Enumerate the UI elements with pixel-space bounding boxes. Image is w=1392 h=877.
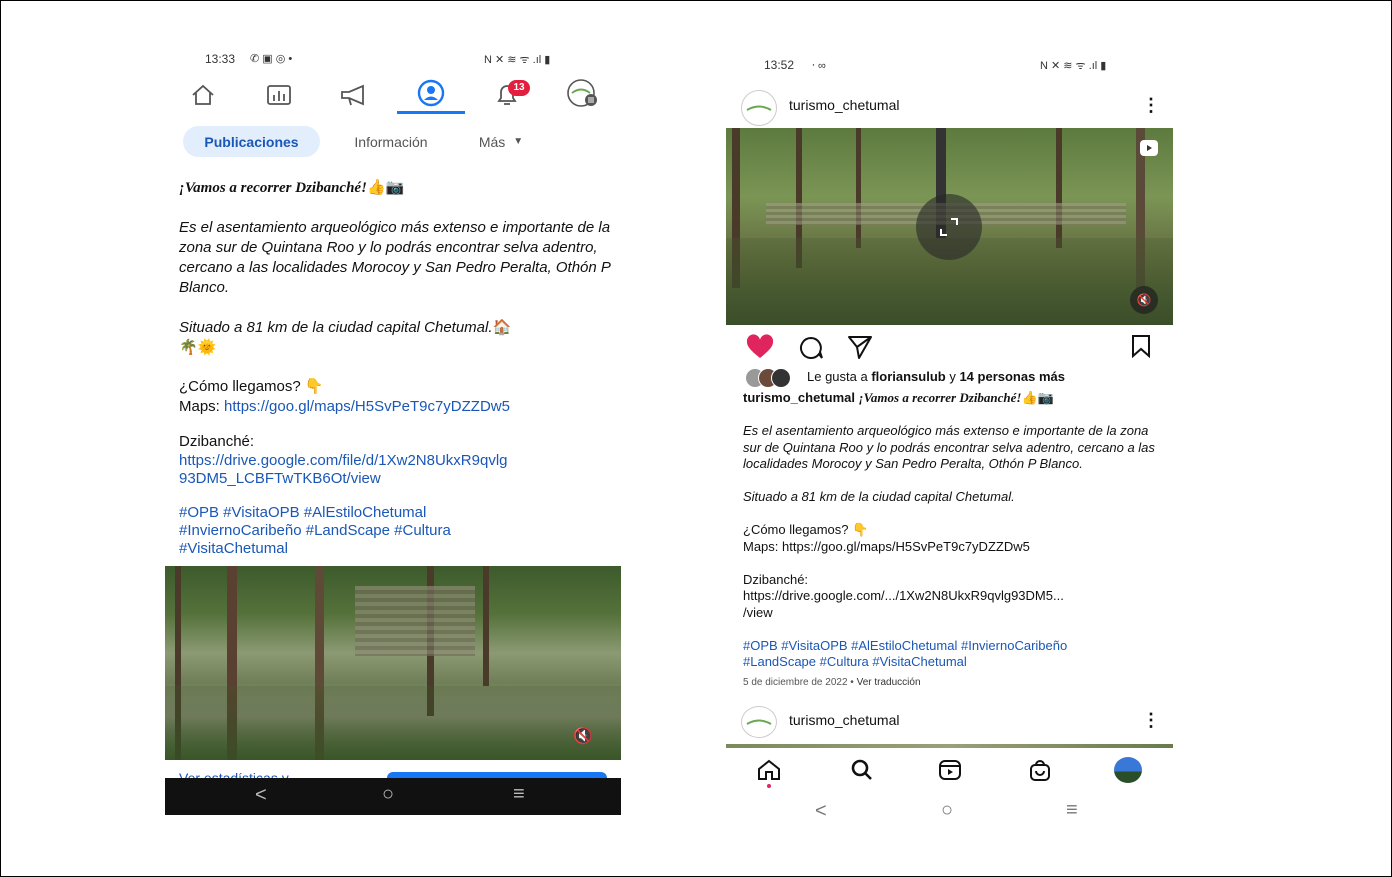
fullscreen-button[interactable]	[916, 194, 982, 260]
post-video[interactable]: 🔇	[726, 128, 1173, 325]
share-icon[interactable]	[846, 334, 874, 365]
account-name[interactable]: turismo_chetumal	[789, 97, 900, 113]
status-time: 13:52	[764, 58, 795, 72]
caption-hashtags-2[interactable]: #LandScape #Cultura #VisitaChetumal	[743, 654, 1163, 671]
account-avatar[interactable]	[741, 90, 777, 126]
post-headline-text: ¡Vamos a recorrer Dzibanché!	[179, 180, 367, 196]
tab-informacion[interactable]: Información	[336, 126, 446, 157]
profile-icon[interactable]	[414, 78, 448, 108]
stats-link[interactable]: Ver estadísticas y	[179, 770, 289, 778]
translate-link[interactable]: Ver traducción	[857, 677, 921, 688]
home-circle-icon[interactable]: ○	[382, 783, 394, 806]
post-maps: Maps: https://goo.gl/maps/H5SvPeT9c7yDZZ…	[179, 397, 619, 417]
caption-headline-text: ¡Vamos a recorrer Dzibanché!	[858, 390, 1022, 405]
system-nav-bar: < ○ ≡	[165, 778, 621, 815]
post-body: Es el asentamiento arqueológico más exte…	[179, 219, 611, 296]
like-heart-icon[interactable]	[745, 334, 775, 365]
caption-headline-emoji: 👍📷	[1021, 390, 1054, 405]
mute-icon[interactable]: 🔇	[1130, 286, 1158, 314]
home-active-dot	[767, 784, 771, 788]
likes-user[interactable]: floriansulub	[871, 369, 945, 384]
post-headline: ¡Vamos a recorrer Dzibanché!👍📷	[179, 178, 619, 198]
profile-avatar[interactable]	[1114, 757, 1142, 783]
expand-icon	[940, 218, 958, 236]
drive-link-line-2[interactable]: 93DM5_LCBFTwTKB6Ot/view	[179, 469, 619, 489]
reels-icon[interactable]	[937, 758, 963, 787]
page-avatar-icon[interactable]	[564, 78, 598, 108]
next-account-name[interactable]: turismo_chetumal	[789, 712, 900, 728]
caption-headline: turismo_chetumal ¡Vamos a recorrer Dziba…	[743, 390, 1163, 407]
status-left-icons: ⸱ ∞	[812, 60, 826, 72]
post-headline-emoji: 👍📷	[366, 180, 405, 196]
hashtags-line-2[interactable]: #InviernoCaribeño #LandScape #Cultura	[179, 522, 619, 540]
hashtags-line-1[interactable]: #OPB #VisitaOPB #AlEstiloChetumal	[179, 504, 619, 522]
house-emoji: 🏠	[492, 319, 512, 336]
likes-others[interactable]: 14 personas más	[959, 369, 1065, 384]
post-hashtags: #OPB #VisitaOPB #AlEstiloChetumal #Invie…	[179, 504, 619, 558]
likes-summary[interactable]: Le gusta a floriansulub y 14 personas má…	[807, 369, 1065, 384]
post-footer: Ver estadísticas y	[165, 760, 621, 778]
status-left-icons: ✆ ▣ ◎ •	[250, 53, 293, 65]
likes-middle: y	[945, 369, 960, 384]
drive-link[interactable]: https://drive.google.com/file/d/1Xw2N8Uk…	[179, 451, 619, 489]
tab-mas-label: Más	[478, 133, 506, 150]
liker-avatars	[745, 368, 797, 388]
comment-icon[interactable]	[797, 335, 825, 366]
caption-hashtags-1[interactable]: #OPB #VisitaOPB #AlEstiloChetumal #Invie…	[743, 638, 1163, 655]
more-options-icon[interactable]: ⋮	[1142, 95, 1160, 116]
post-location: Situado a 81 km de la ciudad capital Che…	[179, 318, 619, 338]
recents-icon[interactable]: ≡	[1066, 799, 1078, 822]
caption-dzibanche-label: Dzibanché:	[743, 572, 809, 587]
home-icon[interactable]	[756, 758, 782, 788]
caption-meta: 5 de diciembre de 2022 • Ver traducción	[743, 675, 1163, 692]
post-video[interactable]: 🔇	[165, 566, 621, 760]
tab-publicaciones[interactable]: Publicaciones	[183, 126, 320, 157]
post-date: 5 de diciembre de 2022	[743, 677, 848, 688]
active-tab-indicator	[397, 111, 465, 114]
likes-prefix: Le gusta a	[807, 369, 872, 384]
maps-link[interactable]: https://goo.gl/maps/H5SvPeT9c7yDZZDw5	[224, 398, 510, 415]
next-account-avatar[interactable]	[741, 706, 777, 738]
bookmark-icon[interactable]	[1130, 334, 1152, 363]
back-icon[interactable]: <	[255, 784, 267, 807]
mute-icon[interactable]: 🔇	[573, 726, 593, 746]
status-right-icons: N ✕ ≋ ᯤ .ıl ▮	[1040, 60, 1107, 72]
home-icon[interactable]	[186, 80, 220, 110]
caption-drive-link-2[interactable]: /view	[743, 605, 1163, 622]
dzibanche-label: Dzibanché:	[179, 433, 255, 450]
dashboard-icon[interactable]	[262, 80, 296, 110]
status-time: 13:33	[205, 52, 236, 66]
back-icon[interactable]: <	[815, 800, 827, 823]
status-right-icons: N ✕ ≋ ᯤ .ıl ▮	[484, 54, 551, 66]
next-more-options-icon[interactable]: ⋮	[1142, 710, 1160, 731]
post-location-text: Situado a 81 km de la ciudad capital Che…	[179, 319, 493, 336]
caption-question: ¿Cómo llegamos? 👇	[743, 522, 869, 537]
caption-body: Es el asentamiento arqueológico más exte…	[743, 423, 1155, 471]
search-icon[interactable]	[849, 758, 875, 787]
next-post-image[interactable]	[726, 744, 1173, 748]
megaphone-icon[interactable]	[338, 80, 372, 110]
hashtags-line-3[interactable]: #VisitaChetumal	[179, 540, 619, 558]
post-emoji-line: 🌴🌞	[179, 339, 217, 356]
caption-drive-link-1[interactable]: https://drive.google.com/.../1Xw2N8UkxR9…	[743, 588, 1163, 605]
caption-maps[interactable]: Maps: https://goo.gl/maps/H5SvPeT9c7yDZZ…	[743, 539, 1163, 556]
recents-icon[interactable]: ≡	[513, 783, 525, 806]
caret-down-icon: ▼	[513, 136, 524, 147]
caption-account[interactable]: turismo_chetumal	[743, 390, 855, 405]
caption-location: Situado a 81 km de la ciudad capital Che…	[743, 489, 1015, 504]
meta-separator: •	[847, 677, 857, 688]
maps-label: Maps:	[179, 398, 225, 415]
reel-icon	[1138, 138, 1160, 158]
tab-mas[interactable]: Más ▼	[466, 126, 536, 157]
shop-icon[interactable]	[1027, 758, 1053, 787]
post-question: ¿Cómo llegamos? 👇	[179, 378, 324, 395]
notification-badge: 13	[508, 80, 530, 96]
drive-link-line-1[interactable]: https://drive.google.com/file/d/1Xw2N8Uk…	[179, 451, 619, 471]
home-circle-icon[interactable]: ○	[941, 799, 953, 822]
